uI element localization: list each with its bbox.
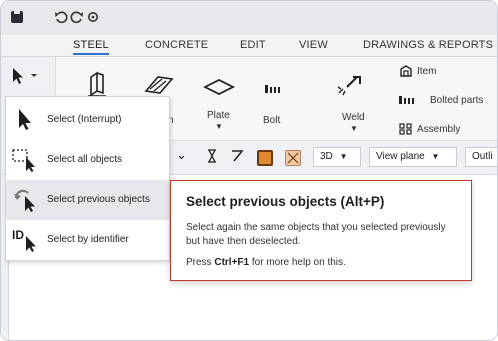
menu-item-label: Select previous objects xyxy=(47,194,150,205)
tooltip-hint-prefix: Press xyxy=(186,257,215,268)
tooltip-description: Select again the same objects that you s… xyxy=(186,222,446,247)
select-dropdown-menu: Select (Interrupt) Select all objects Se… xyxy=(5,96,170,261)
weld-icon[interactable] xyxy=(335,73,363,102)
hourglass-filter-icon[interactable] xyxy=(206,149,218,166)
tooltip-hint: Press Ctrl+F1 for more help on this. xyxy=(186,257,346,268)
ribbon-tabs: STEEL CONCRETE EDIT VIEW DRAWINGS & REPO… xyxy=(1,35,497,57)
tab-steel[interactable]: STEEL xyxy=(73,39,109,55)
redo-icon[interactable] xyxy=(70,10,84,24)
bolt-label[interactable]: Bolt xyxy=(263,115,280,126)
select-components-toggle[interactable] xyxy=(285,150,301,166)
view-plane-label: View plane xyxy=(376,151,425,162)
gear-icon[interactable] xyxy=(86,10,100,24)
menu-item-label: Select all objects xyxy=(47,154,123,165)
select-all-icon xyxy=(12,148,42,172)
item-label[interactable]: Item xyxy=(417,66,436,77)
plate-icon[interactable] xyxy=(202,77,236,100)
tooltip-title: Select previous objects (Alt+P) xyxy=(186,194,385,209)
tab-edit[interactable]: EDIT xyxy=(240,39,266,51)
save-icon[interactable] xyxy=(11,9,23,23)
view-3d-dropdown[interactable]: 3D ▼ xyxy=(313,147,361,167)
bolted-parts-label[interactable]: Bolted parts xyxy=(430,95,483,106)
menu-item-label: Select by identifier xyxy=(47,234,129,245)
menu-item-select-all[interactable]: Select all objects xyxy=(6,140,169,180)
view-3d-label: 3D xyxy=(320,151,333,162)
select-id-icon: ID xyxy=(12,228,42,252)
plate-label[interactable]: Plate xyxy=(207,110,230,121)
assembly-label[interactable]: Assembly xyxy=(417,124,460,135)
bolt-icon[interactable] xyxy=(264,83,282,98)
outline-dropdown[interactable]: Outli xyxy=(465,147,497,167)
chevron-down-icon: ▼ xyxy=(431,152,440,161)
chevron-down-icon[interactable]: ▼ xyxy=(350,124,358,133)
chevron-down-icon: ▼ xyxy=(339,152,348,161)
tooltip-hint-key: Ctrl+F1 xyxy=(214,257,250,268)
view-plane-dropdown[interactable]: View plane ▼ xyxy=(369,147,457,167)
app-window: STEEL CONCRETE EDIT VIEW DRAWINGS & REPO… xyxy=(0,0,498,341)
outline-label: Outli xyxy=(472,151,493,162)
tab-view[interactable]: VIEW xyxy=(299,39,328,51)
select-tool-button[interactable] xyxy=(11,67,39,88)
chevron-down-icon[interactable]: ▼ xyxy=(215,122,223,131)
weld-label[interactable]: Weld xyxy=(342,112,365,123)
arrow-cursor-icon xyxy=(12,108,42,132)
tab-concrete[interactable]: CONCRETE xyxy=(145,39,208,51)
bolted-parts-icon[interactable] xyxy=(399,95,415,108)
menu-item-select-previous[interactable]: Select previous objects xyxy=(6,180,169,220)
tooltip-hint-suffix: for more help on this. xyxy=(249,257,346,268)
assembly-icon[interactable] xyxy=(399,123,413,138)
menu-item-select-by-identifier[interactable]: ID Select by identifier xyxy=(6,220,169,260)
menu-item-select-interrupt[interactable]: Select (Interrupt) xyxy=(6,100,169,140)
tooltip: Select previous objects (Alt+P) Select a… xyxy=(170,180,472,281)
undo-icon[interactable] xyxy=(54,10,68,24)
select-parts-toggle[interactable] xyxy=(257,150,273,166)
title-bar xyxy=(1,1,497,35)
chevron-down-icon[interactable]: ⌄ xyxy=(176,147,187,163)
tab-drawings-reports[interactable]: DRAWINGS & REPORTS xyxy=(363,39,493,51)
menu-item-label: Select (Interrupt) xyxy=(47,114,122,125)
snap-arrow-icon[interactable] xyxy=(230,149,244,166)
select-previous-icon xyxy=(12,188,42,212)
item-icon[interactable] xyxy=(399,65,413,80)
